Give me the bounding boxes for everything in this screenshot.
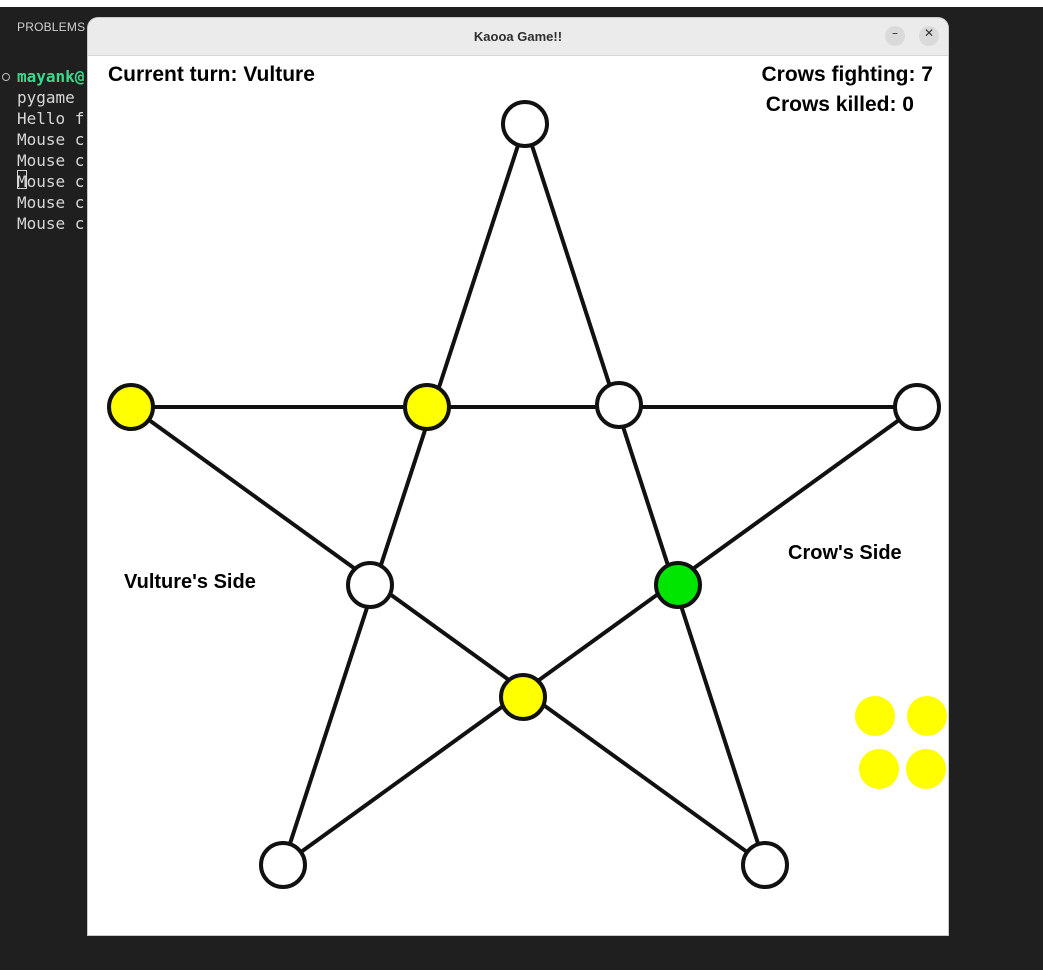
board-node-mid-inner-left[interactable]: [346, 561, 394, 609]
window-title: Kaooa Game!!: [473, 29, 563, 44]
board-node-right-arm[interactable]: [893, 383, 941, 431]
game-board[interactable]: [88, 55, 948, 935]
crow-side-label: Crow's Side: [788, 542, 902, 564]
board-node-upper-inner-right[interactable]: [595, 381, 643, 429]
board-line: [281, 405, 919, 867]
board-node-mid-inner-right[interactable]: [654, 561, 702, 609]
minimize-button[interactable]: –: [885, 26, 905, 46]
board-node-left-arm[interactable]: [107, 383, 155, 431]
crows-fighting-counter: Crows fighting: 7: [761, 63, 934, 86]
reserve-crow: [906, 749, 946, 789]
reserve-crow: [907, 696, 947, 736]
board-lines: [129, 123, 919, 867]
board-node-top[interactable]: [501, 100, 549, 148]
board-node-bottom-left[interactable]: [259, 841, 307, 889]
current-turn-label: Current turn: Vulture: [108, 63, 315, 86]
terminal-cursor: [17, 170, 27, 189]
reserve-crow: [855, 696, 895, 736]
board-node-bottom-right[interactable]: [741, 841, 789, 889]
reserve-crow: [859, 749, 899, 789]
board-line: [129, 405, 767, 867]
status-dot-icon: [2, 73, 10, 81]
board-nodes[interactable]: [107, 100, 941, 889]
board-line: [523, 123, 767, 866]
crows-killed-counter: Crows killed: 0: [765, 93, 914, 116]
board-node-upper-inner-left[interactable]: [403, 383, 451, 431]
window-titlebar[interactable]: Kaooa Game!! – ✕: [88, 18, 948, 56]
board-node-bottom-inner[interactable]: [499, 673, 547, 721]
problems-tab[interactable]: PROBLEMS: [17, 20, 85, 34]
reserve-crows: [855, 696, 947, 789]
game-window[interactable]: Kaooa Game!! – ✕ Current turn: Vulture C…: [88, 18, 948, 935]
vulture-side-label: Vulture's Side: [124, 571, 256, 593]
board-line: [281, 123, 527, 866]
close-button[interactable]: ✕: [919, 26, 939, 46]
